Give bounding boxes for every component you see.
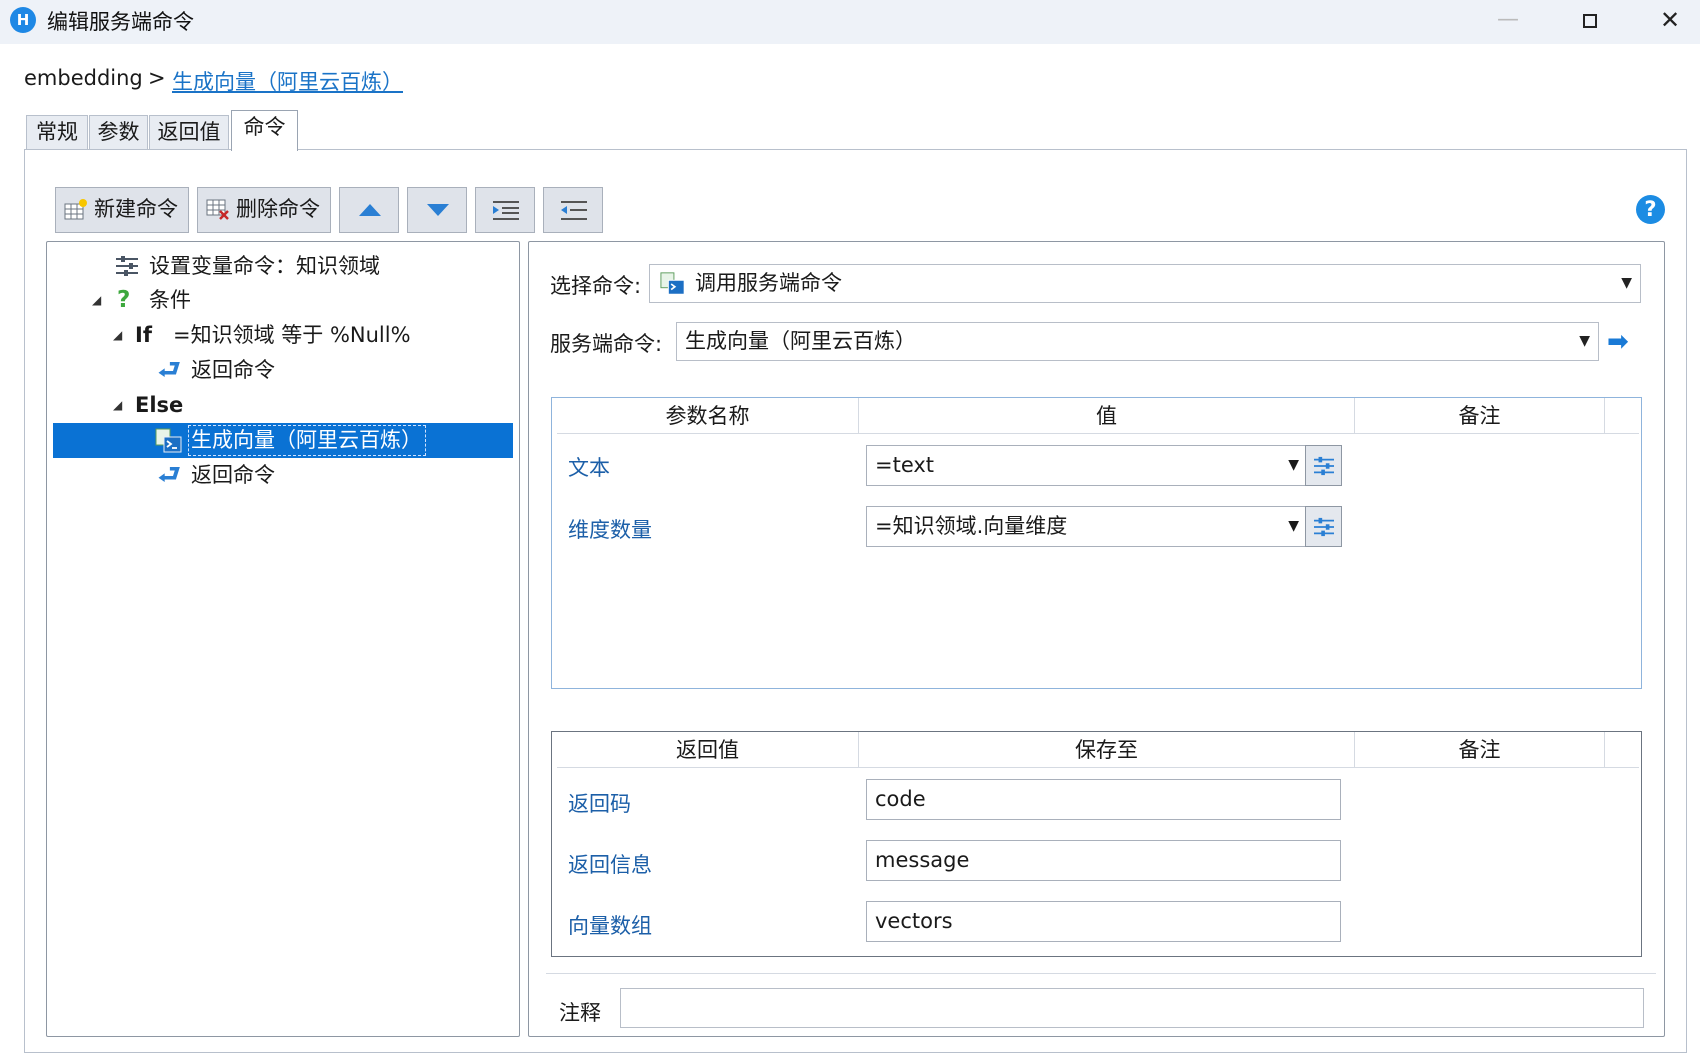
tree-item-label: 生成向量（阿里云百炼）	[191, 428, 422, 452]
goto-arrow-icon[interactable]: ➡	[1607, 327, 1629, 357]
delete-command-button[interactable]: 删除命令	[197, 187, 331, 233]
params-header-name: 参数名称	[557, 398, 859, 434]
delete-table-icon	[206, 199, 229, 220]
if-expression: =知识领域 等于 %Null%	[173, 323, 411, 347]
comment-label: 注释	[559, 1001, 601, 1025]
dropdown-arrow-icon: ▼	[1621, 275, 1632, 291]
select-command-dropdown[interactable]: 调用服务端命令 ▼	[649, 264, 1641, 303]
server-command-value: 生成向量（阿里云百炼）	[685, 329, 916, 353]
maximize-button[interactable]	[1560, 0, 1620, 40]
new-command-label: 新建命令	[94, 197, 178, 221]
param-name-text: 文本	[568, 456, 610, 480]
collapse-icon[interactable]: ◢	[113, 328, 122, 342]
server-command-icon	[155, 428, 182, 453]
return-save-message-input[interactable]: message	[866, 840, 1341, 881]
params-header-note: 备注	[1355, 398, 1605, 434]
arrow-up-icon	[359, 204, 381, 216]
maximize-icon	[1583, 14, 1597, 28]
arrow-down-icon	[427, 204, 449, 216]
new-table-icon	[64, 199, 87, 220]
param-value-text-dropdown[interactable]: =text ▼	[866, 445, 1306, 486]
outdent-button[interactable]	[543, 187, 603, 233]
returns-header-name: 返回值	[557, 732, 859, 768]
command-tree-panel	[46, 241, 520, 1037]
move-down-button[interactable]	[407, 187, 467, 233]
outdent-icon	[561, 201, 587, 220]
delete-command-label: 删除命令	[236, 197, 320, 221]
return-name-vectors: 向量数组	[568, 914, 652, 938]
dropdown-arrow-icon: ▼	[1288, 457, 1299, 473]
return-save-vectors-input[interactable]: vectors	[866, 901, 1341, 942]
sliders-icon	[1314, 517, 1334, 537]
param-name-dimension: 维度数量	[568, 518, 652, 542]
select-command-value: 调用服务端命令	[695, 271, 842, 295]
select-command-label: 选择命令:	[550, 274, 642, 298]
tab-commands[interactable]: 命令	[231, 110, 298, 151]
window-title: 编辑服务端命令	[47, 10, 194, 34]
param-edit-button[interactable]	[1305, 506, 1342, 547]
returns-header-note: 备注	[1355, 732, 1605, 768]
breadcrumb-separator: >	[148, 66, 166, 90]
server-command-label: 服务端命令:	[550, 332, 663, 356]
new-command-button[interactable]: 新建命令	[55, 187, 189, 233]
tab-params[interactable]: 参数	[89, 115, 148, 150]
close-button[interactable]: ✕	[1640, 0, 1700, 40]
tree-item-label: 返回命令	[191, 463, 275, 487]
return-icon: ⮐	[158, 355, 181, 384]
return-icon: ⮐	[158, 460, 181, 489]
move-up-button[interactable]	[339, 187, 399, 233]
minimize-button[interactable]: —	[1478, 0, 1538, 40]
params-grid-header: 参数名称 值 备注	[557, 398, 1639, 434]
app-logo-icon: H	[10, 7, 36, 33]
collapse-icon[interactable]: ◢	[113, 398, 122, 412]
question-icon: ?	[117, 287, 131, 313]
comment-input[interactable]	[620, 988, 1644, 1028]
tab-general[interactable]: 常规	[26, 115, 88, 150]
sliders-icon	[116, 256, 138, 276]
close-icon: ✕	[1659, 6, 1681, 34]
param-value: =text	[875, 453, 935, 477]
server-command-icon	[660, 272, 685, 295]
param-value: =知识领域.向量维度	[875, 514, 1068, 538]
dropdown-arrow-icon: ▼	[1579, 333, 1590, 349]
title-bar: H 编辑服务端命令 — ✕	[0, 0, 1700, 44]
breadcrumb-root: embedding	[24, 66, 143, 90]
sliders-icon	[1314, 456, 1334, 476]
params-header-value: 值	[859, 398, 1355, 434]
tree-item-else[interactable]: Else	[135, 389, 183, 421]
server-command-dropdown[interactable]: 生成向量（阿里云百炼） ▼	[676, 322, 1599, 361]
divider	[546, 973, 1656, 974]
collapse-icon[interactable]: ◢	[92, 293, 101, 307]
tree-item-label: 设置变量命令：知识领域	[149, 254, 380, 278]
if-keyword: If	[135, 323, 152, 347]
breadcrumb-current-link[interactable]: 生成向量（阿里云百炼）	[172, 66, 403, 96]
returns-header-save-to: 保存至	[859, 732, 1355, 768]
return-save-value: message	[875, 848, 970, 872]
help-icon[interactable]: ?	[1636, 195, 1665, 224]
return-name-message: 返回信息	[568, 853, 652, 877]
tree-item-label: 返回命令	[191, 358, 275, 382]
returns-grid-header: 返回值 保存至 备注	[557, 732, 1639, 768]
tab-return-values[interactable]: 返回值	[149, 115, 229, 150]
tree-item-label: 条件	[149, 288, 191, 312]
param-edit-button[interactable]	[1305, 445, 1342, 486]
indent-icon	[493, 201, 519, 220]
return-save-value: vectors	[875, 909, 953, 933]
param-value-dimension-dropdown[interactable]: =知识领域.向量维度 ▼	[866, 506, 1306, 547]
dropdown-arrow-icon: ▼	[1288, 518, 1299, 534]
indent-button[interactable]	[475, 187, 535, 233]
return-save-value: code	[875, 787, 926, 811]
return-name-code: 返回码	[568, 792, 631, 816]
return-save-code-input[interactable]: code	[866, 779, 1341, 820]
